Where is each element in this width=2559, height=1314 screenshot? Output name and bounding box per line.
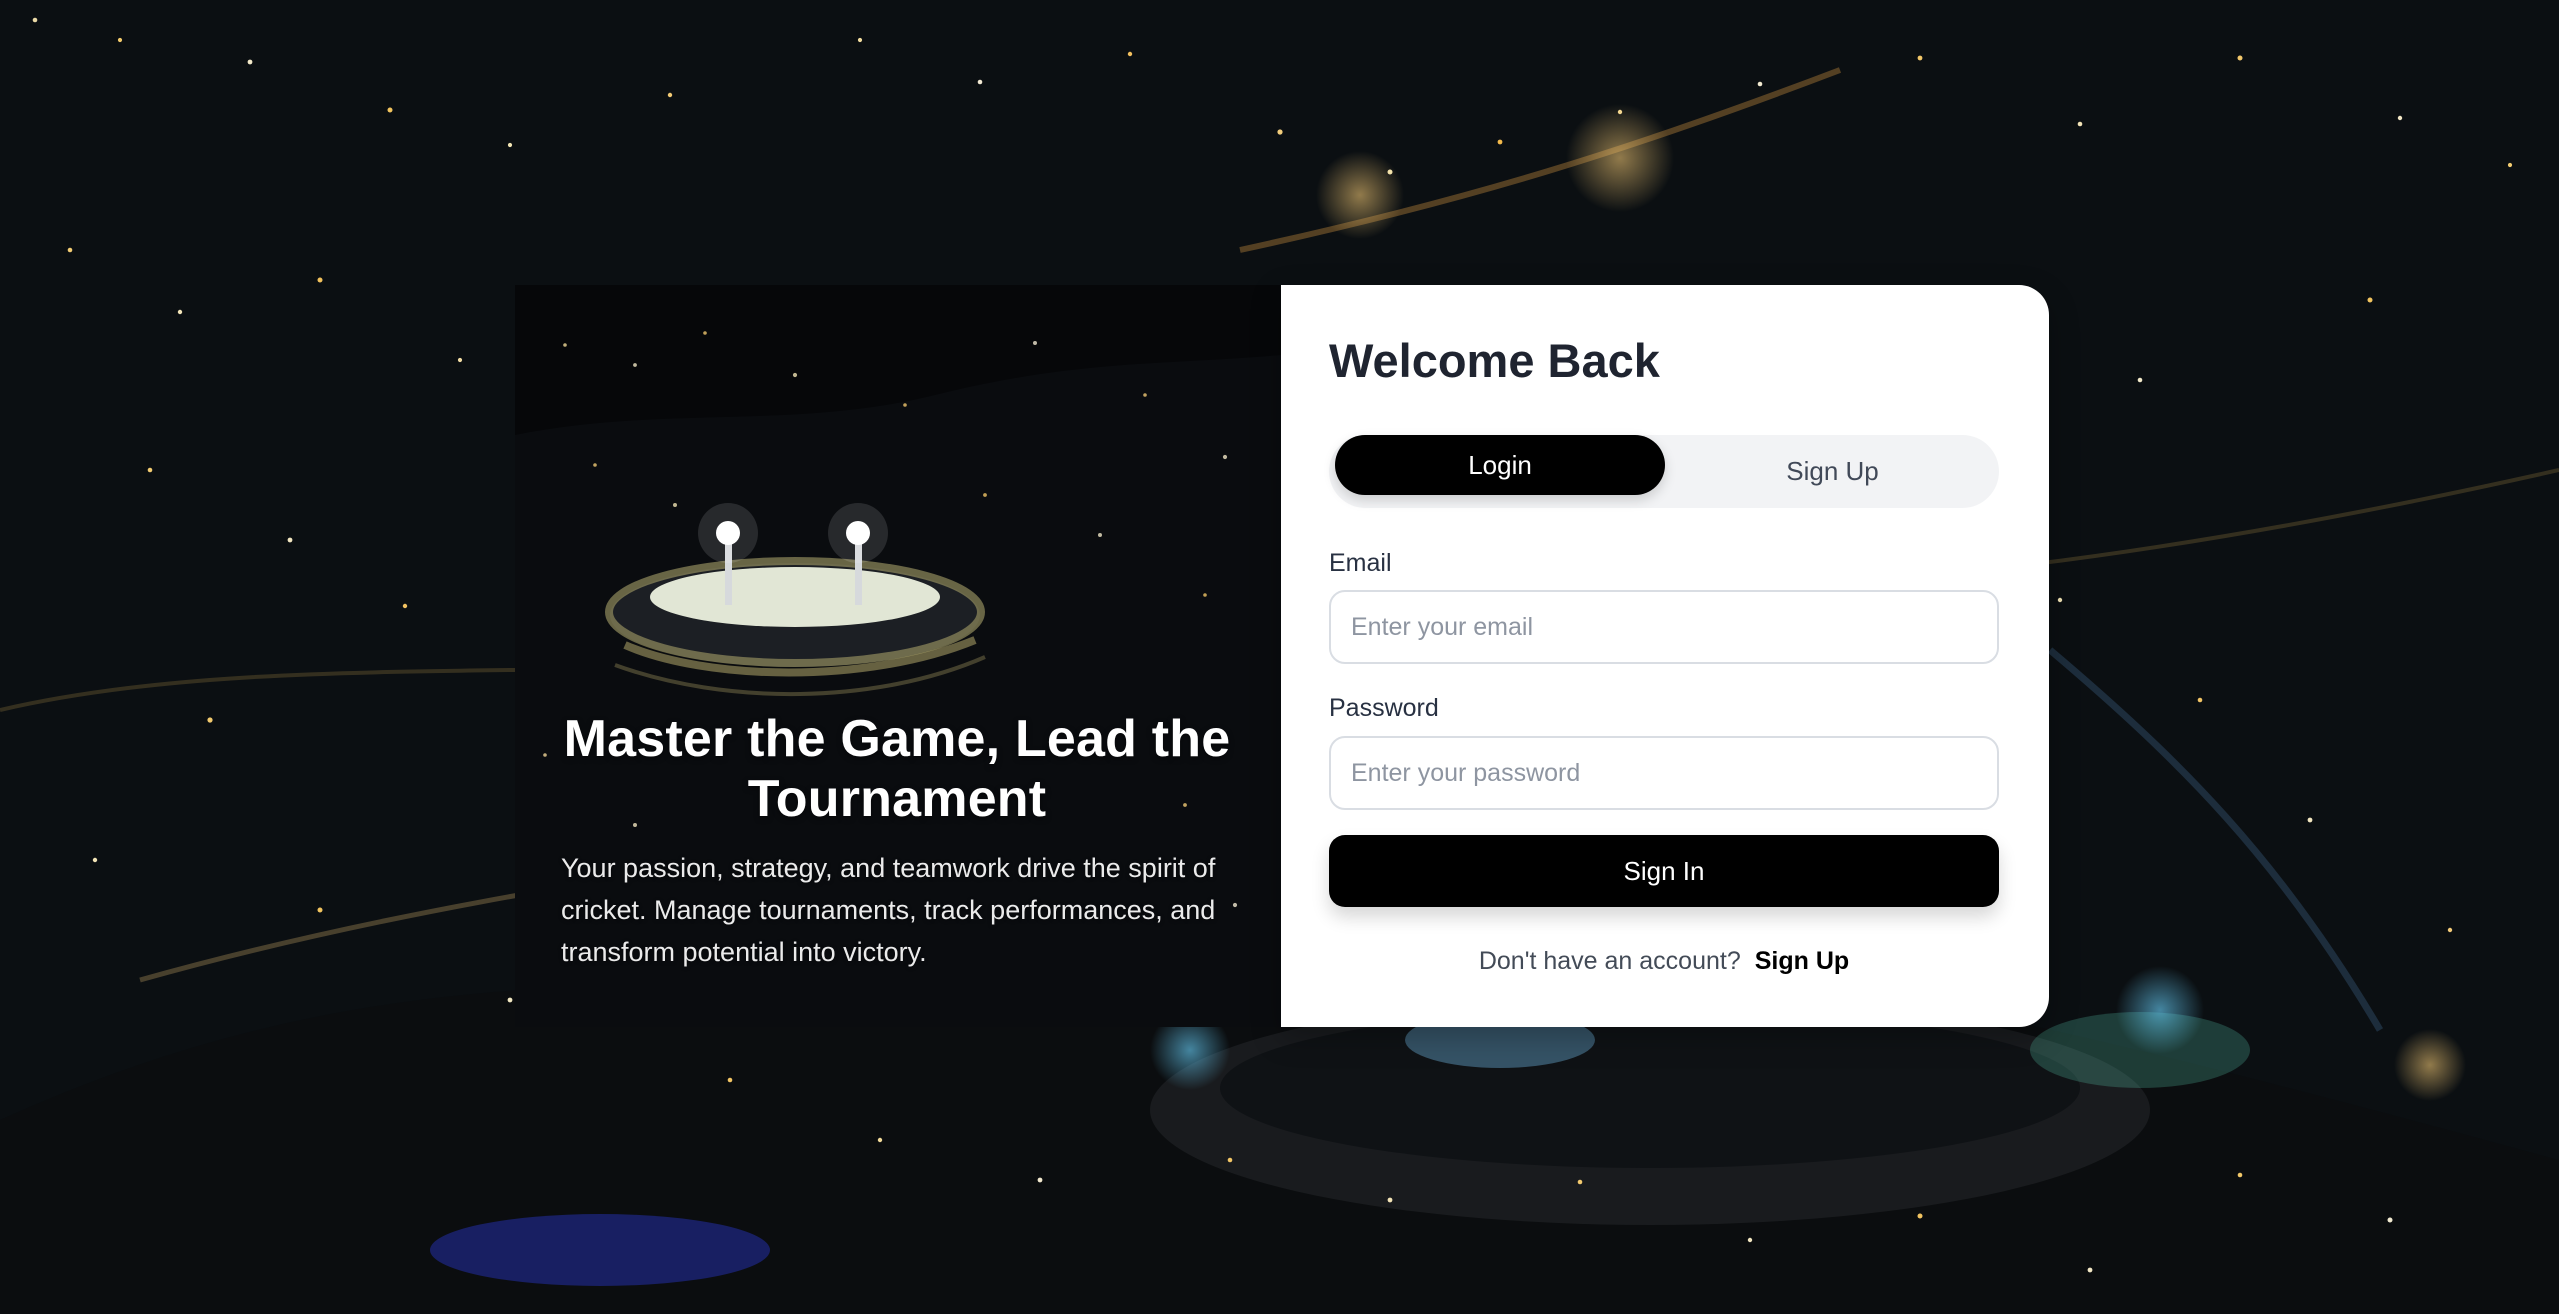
email-label: Email xyxy=(1329,549,1392,577)
hero-description: Your passion, strategy, and teamwork dri… xyxy=(561,853,1216,967)
welcome-title: Welcome Back xyxy=(1329,334,1660,387)
email-input[interactable] xyxy=(1349,611,1979,643)
sign-in-button[interactable]: Sign In xyxy=(1329,835,1999,907)
auth-toggle: Login Sign Up xyxy=(1329,435,1999,508)
password-field[interactable] xyxy=(1329,736,1999,810)
signup-row: Don't have an account? Sign Up xyxy=(1329,945,1999,977)
login-tab[interactable]: Login xyxy=(1335,435,1665,495)
signup-prompt: Don't have an account? xyxy=(1478,947,1741,975)
password-input[interactable] xyxy=(1349,757,1979,789)
hero-panel: Master the Game, Lead the Tournament You… xyxy=(515,285,1281,1027)
signup-tab[interactable]: Sign Up xyxy=(1666,435,1999,508)
password-label: Password xyxy=(1329,694,1439,722)
signup-link[interactable]: Sign Up xyxy=(1755,945,1849,977)
email-field[interactable] xyxy=(1329,590,1999,664)
login-card: Welcome Back Login Sign Up Email Passwor… xyxy=(1281,285,2049,1027)
hero-title: Master the Game, Lead the Tournament xyxy=(563,710,1231,828)
